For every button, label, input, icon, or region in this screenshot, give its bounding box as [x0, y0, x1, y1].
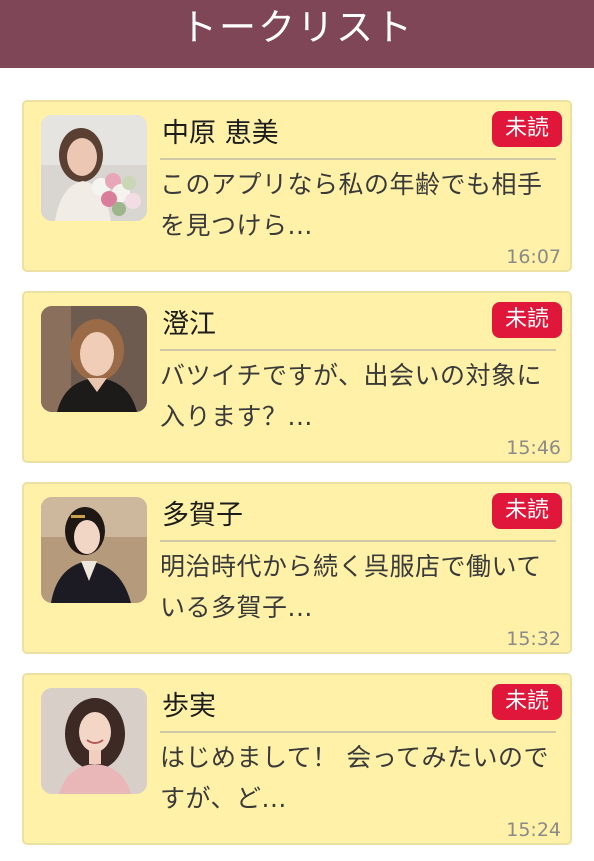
unread-badge: 未読 [492, 111, 562, 147]
woman-portrait-avatar-icon [41, 306, 147, 412]
avatar[interactable] [41, 497, 147, 603]
contact-name: 多賀子 [162, 500, 243, 531]
contact-name: 中原 恵美 [162, 118, 279, 149]
message-time: 15:32 [506, 628, 561, 650]
avatar[interactable] [41, 115, 147, 221]
contact-name: 澄江 [162, 309, 216, 340]
conversation-card[interactable]: 多賀子 未読 明治時代から続く呉服店で働いている多賀子... 15:32 [22, 482, 572, 654]
conversation-list: 中原 恵美 未読 このアプリなら私の年齢でも相手を見つけら... 16:07 澄… [0, 68, 594, 861]
conversation-card[interactable]: 澄江 未読 バツイチですが、出会いの対象に入ります？... 15:46 [22, 291, 572, 463]
app-header: トークリスト [0, 0, 594, 68]
message-time: 16:07 [506, 246, 561, 268]
divider [160, 540, 556, 542]
avatar[interactable] [41, 306, 147, 412]
smiling-woman-avatar-icon [41, 688, 147, 794]
message-time: 15:24 [506, 819, 561, 841]
message-preview: 明治時代から続く呉服店で働いている多賀子... [160, 552, 542, 622]
unread-badge: 未読 [492, 302, 562, 338]
conversation-card[interactable]: 中原 恵美 未読 このアプリなら私の年齢でも相手を見つけら... 16:07 [22, 100, 572, 272]
woman-with-flowers-avatar-icon [41, 115, 147, 221]
divider [160, 349, 556, 351]
avatar[interactable] [41, 688, 147, 794]
message-preview: はじめまして！ 会ってみたいのですが、ど... [160, 743, 549, 813]
conversation-card[interactable]: 歩実 未読 はじめまして！ 会ってみたいのですが、ど... 15:24 [22, 673, 572, 845]
unread-badge: 未読 [492, 684, 562, 720]
divider [160, 731, 556, 733]
message-time: 15:46 [506, 437, 561, 459]
message-preview: このアプリなら私の年齢でも相手を見つけら... [160, 170, 543, 240]
contact-name: 歩実 [162, 691, 216, 722]
unread-badge: 未読 [492, 493, 562, 529]
woman-in-kimono-avatar-icon [41, 497, 147, 603]
page-title: トークリスト [180, 6, 414, 49]
divider [160, 158, 556, 160]
message-preview: バツイチですが、出会いの対象に入ります？... [160, 361, 543, 431]
